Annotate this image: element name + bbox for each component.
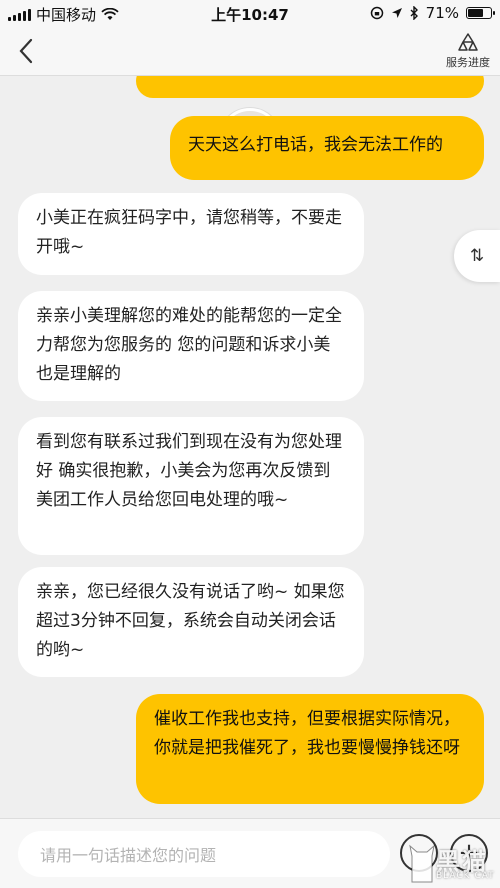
- watermark: 黑猫 BLACK CAT: [408, 838, 500, 888]
- back-button[interactable]: [10, 32, 42, 70]
- bot-message: 看到您有联系过我们到现在没有为您处理好 确实很抱歉，小美会为您再次反馈到美团工作…: [18, 417, 364, 555]
- rotation-lock-icon: [370, 6, 383, 20]
- bluetooth-icon: [410, 6, 418, 20]
- side-swap-tab[interactable]: ⇅: [454, 230, 500, 282]
- previous-user-message-clipped: [136, 76, 484, 98]
- status-bar: 中国移动 上午10:47 71%: [0, 0, 500, 26]
- status-icons: 71%: [370, 4, 495, 22]
- battery-fill: [468, 9, 483, 17]
- message-input[interactable]: 请用一句话描述您的问题: [18, 831, 390, 877]
- service-progress-button[interactable]: 服务进度: [444, 32, 492, 72]
- user-message: 催收工作我也支持，但要根据实际情况，你就是把我催死了，我也要慢慢挣钱还呀: [136, 694, 484, 804]
- watermark-en: BLACK CAT: [436, 871, 495, 881]
- chevron-left-icon: [19, 38, 33, 64]
- location-icon: [391, 8, 402, 18]
- battery-percent: 71%: [425, 4, 459, 22]
- chat-area[interactable]: 天天这么打电话，我会无法工作的 ⇅ 小美正在疯狂码字中，请您稍等，不要走开哦~ …: [0, 76, 500, 818]
- service-progress-label: 服务进度: [446, 56, 490, 69]
- battery-icon: [466, 7, 495, 19]
- black-cat-logo-icon: [409, 844, 435, 883]
- bot-message: 小美正在疯狂码字中，请您稍等，不要走开哦~: [18, 193, 364, 275]
- bot-message: 亲亲，您已经很久没有说话了哟~ 如果您超过3分钟不回复，系统会自动关闭会话的哟~: [18, 567, 364, 677]
- service-progress-icon: [458, 33, 478, 51]
- nav-bar: 服务进度: [0, 26, 500, 76]
- user-message: 天天这么打电话，我会无法工作的: [170, 116, 484, 180]
- bot-message: 亲亲小美理解您的难处的能帮您的一定全力帮您为您服务的 您的问题和诉求小美也是理解…: [18, 291, 364, 401]
